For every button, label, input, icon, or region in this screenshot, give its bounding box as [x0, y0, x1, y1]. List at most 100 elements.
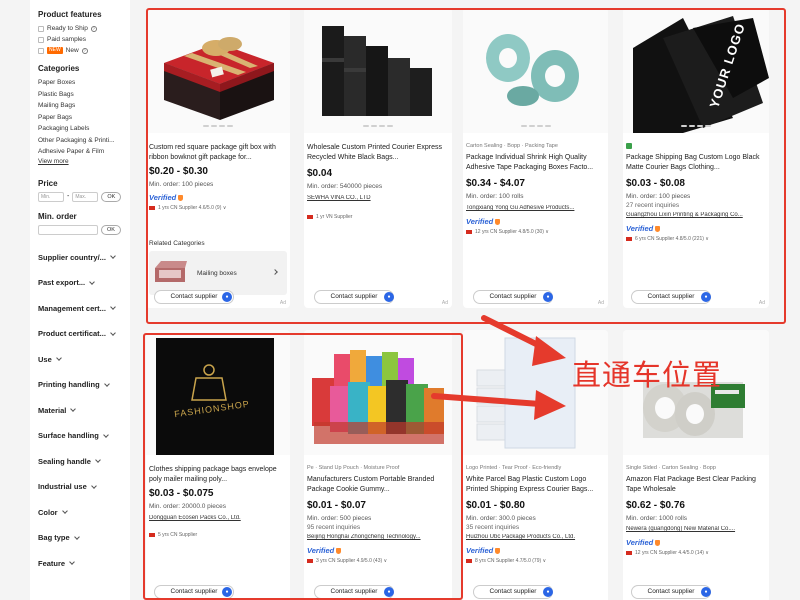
- contact-supplier-button[interactable]: Contact supplier: [473, 290, 553, 304]
- recent-inquiries: 27 recent inquiries: [626, 202, 680, 209]
- supplier-link[interactable]: Beijing Honghai Zhongcheng Technology...: [307, 534, 449, 543]
- checkbox[interactable]: [38, 47, 44, 54]
- category-link[interactable]: Packaging Labels: [38, 123, 130, 135]
- filter-dropdown[interactable]: Past export...: [38, 270, 130, 296]
- product-title[interactable]: Package Shipping Bag Custom Logo Black M…: [626, 153, 766, 172]
- contact-supplier-button[interactable]: Contact supplier: [631, 290, 711, 304]
- category-link[interactable]: Paper Boxes: [38, 77, 130, 89]
- filter-dropdown[interactable]: Printing handling: [38, 372, 130, 398]
- supplier-link[interactable]: Newera (guangdong) New Material Co....: [626, 526, 766, 535]
- filter-new[interactable]: NEW New ?: [38, 45, 130, 56]
- cn-flag-icon: [466, 558, 472, 563]
- product-card[interactable]: Carton Sealing · Bopp · Packing Tape Pac…: [463, 8, 608, 308]
- supplier-meta: 1 yrs CN Supplier 4.6/5.0 (9) ∨: [149, 203, 287, 212]
- filter-dropdown[interactable]: Product certificat...: [38, 321, 130, 347]
- contact-supplier-button[interactable]: Contact supplier: [314, 585, 394, 599]
- chevron-down-icon: [61, 508, 68, 515]
- supplier-link[interactable]: Dongguan Ecosen Packs Co., Ltd.: [149, 515, 287, 524]
- product-image-gift-box[interactable]: [146, 8, 290, 133]
- product-title[interactable]: Manufacturers Custom Portable Branded Pa…: [307, 475, 449, 494]
- recent-inquiries: 35 recent inquiries: [466, 524, 520, 531]
- carousel-dots[interactable]: [520, 125, 551, 127]
- filter-dropdown-label: Feature: [38, 558, 66, 568]
- supplier-link[interactable]: SEWHA VINA CO., LTD: [307, 195, 449, 204]
- shield-icon: [495, 218, 501, 225]
- supplier-link[interactable]: Guangzhou Lixin Printing & Packaging Co.…: [626, 212, 766, 221]
- checkbox[interactable]: [38, 36, 44, 43]
- min-order-heading: Min. order: [38, 211, 77, 221]
- product-price: $0.04: [307, 168, 333, 179]
- price-heading: Price: [38, 178, 58, 188]
- filter-dropdown[interactable]: Material: [38, 398, 130, 424]
- supplier-meta: 12 yrs CN Supplier 4.8/5.0 (30) ∨: [466, 227, 605, 236]
- supplier-meta: 3 yrs CN Supplier 4.9/5.0 (43) ∨: [307, 556, 449, 565]
- chat-icon[interactable]: ●: [222, 587, 232, 597]
- chat-icon[interactable]: ●: [543, 292, 553, 302]
- info-icon[interactable]: ?: [90, 25, 97, 32]
- chat-icon[interactable]: ●: [701, 587, 711, 597]
- product-card[interactable]: Wholesale Custom Printed Courier Express…: [304, 8, 452, 308]
- price-min-input[interactable]: Min.: [38, 191, 64, 202]
- view-more-link[interactable]: View more: [38, 158, 130, 169]
- filter-dropdown[interactable]: Management cert...: [38, 296, 130, 322]
- supplier-link[interactable]: Tongxiang Yong Gu Adhesive Products...: [466, 205, 605, 214]
- filter-dropdown[interactable]: Sealing handle: [38, 449, 130, 475]
- price-ok-button[interactable]: OK: [101, 191, 122, 202]
- contact-supplier-button[interactable]: Contact supplier: [314, 290, 394, 304]
- filter-paid-samples[interactable]: Paid samples: [38, 34, 130, 45]
- filter-label: New: [65, 47, 79, 54]
- product-tags: Carton Sealing · Bopp · Packing Tape: [466, 143, 558, 149]
- category-link[interactable]: Adhesive Paper & Film: [38, 146, 130, 158]
- product-card[interactable]: Custom red square package gift box with …: [146, 8, 290, 308]
- filter-dropdown[interactable]: Industrial use: [38, 474, 130, 500]
- supplier-link[interactable]: Huizhou Ubc Package Products Co., Ltd.: [466, 534, 605, 543]
- product-title[interactable]: Package Individual Shrink High Quality A…: [466, 153, 605, 172]
- product-title[interactable]: Wholesale Custom Printed Courier Express…: [307, 143, 449, 162]
- chat-icon[interactable]: ●: [384, 587, 394, 597]
- chat-icon[interactable]: ●: [701, 292, 711, 302]
- filter-dropdown[interactable]: Use: [38, 347, 130, 373]
- filter-dropdown[interactable]: Surface handling: [38, 423, 130, 449]
- shield-icon: [495, 547, 501, 554]
- filter-dropdown[interactable]: Color: [38, 500, 130, 526]
- chat-icon[interactable]: ●: [384, 292, 394, 302]
- info-icon[interactable]: ?: [81, 47, 88, 54]
- product-title[interactable]: Amazon Flat Package Best Clear Packing T…: [626, 475, 766, 494]
- contact-supplier-button[interactable]: Contact supplier: [473, 585, 553, 599]
- checkbox[interactable]: [38, 25, 44, 32]
- product-title[interactable]: White Parcel Bag Plastic Custom Logo Pri…: [466, 475, 605, 494]
- product-card[interactable]: FASHIONSHOP Clothes shipping package bag…: [146, 330, 290, 600]
- price-max-input[interactable]: Max.: [72, 191, 99, 202]
- shield-icon: [178, 194, 184, 201]
- product-title[interactable]: Custom red square package gift box with …: [149, 143, 287, 162]
- chat-icon[interactable]: ●: [222, 292, 232, 302]
- related-category-mailing-boxes[interactable]: Mailing boxes: [149, 251, 287, 295]
- chat-icon[interactable]: ●: [543, 587, 553, 597]
- category-link[interactable]: Plastic Bags: [38, 89, 130, 101]
- carousel-dots[interactable]: [681, 125, 711, 127]
- shield-icon: [655, 539, 661, 546]
- min-order-input[interactable]: [38, 224, 98, 235]
- product-card[interactable]: Pe · Stand Up Pouch · Moisture Proof Man…: [304, 330, 452, 600]
- product-title[interactable]: Clothes shipping package bags envelope p…: [149, 465, 287, 484]
- product-image-poly-mailer[interactable]: FASHIONSHOP: [146, 330, 290, 456]
- filter-dropdown[interactable]: Feature: [38, 551, 130, 577]
- min-order-ok-button[interactable]: OK: [101, 224, 121, 235]
- filter-dropdown[interactable]: Bag type: [38, 525, 130, 551]
- category-link[interactable]: Mailing Bags: [38, 100, 130, 112]
- chevron-down-icon: [69, 559, 75, 566]
- filter-dropdown[interactable]: Supplier country/...: [38, 245, 130, 271]
- min-order: Min. order: 100 pieces: [626, 193, 691, 200]
- product-image-pouches[interactable]: [304, 330, 452, 455]
- categories-heading: Categories: [38, 64, 80, 73]
- product-image-tape[interactable]: [463, 8, 608, 133]
- category-link[interactable]: Other Packaging & Printi...: [38, 135, 130, 147]
- category-link[interactable]: Paper Bags: [38, 112, 130, 124]
- product-image-logo-bags[interactable]: YOUR LOGO: [623, 8, 769, 133]
- filter-ready-to-ship[interactable]: Ready to Ship ?: [38, 23, 130, 34]
- carousel-dots[interactable]: [363, 125, 393, 127]
- contact-supplier-button[interactable]: Contact supplier: [631, 585, 711, 599]
- carousel-dots[interactable]: [203, 125, 233, 127]
- product-card[interactable]: YOUR LOGO Package Shipping Bag Custom Lo…: [623, 8, 769, 308]
- product-image-courier-bags[interactable]: [304, 8, 452, 133]
